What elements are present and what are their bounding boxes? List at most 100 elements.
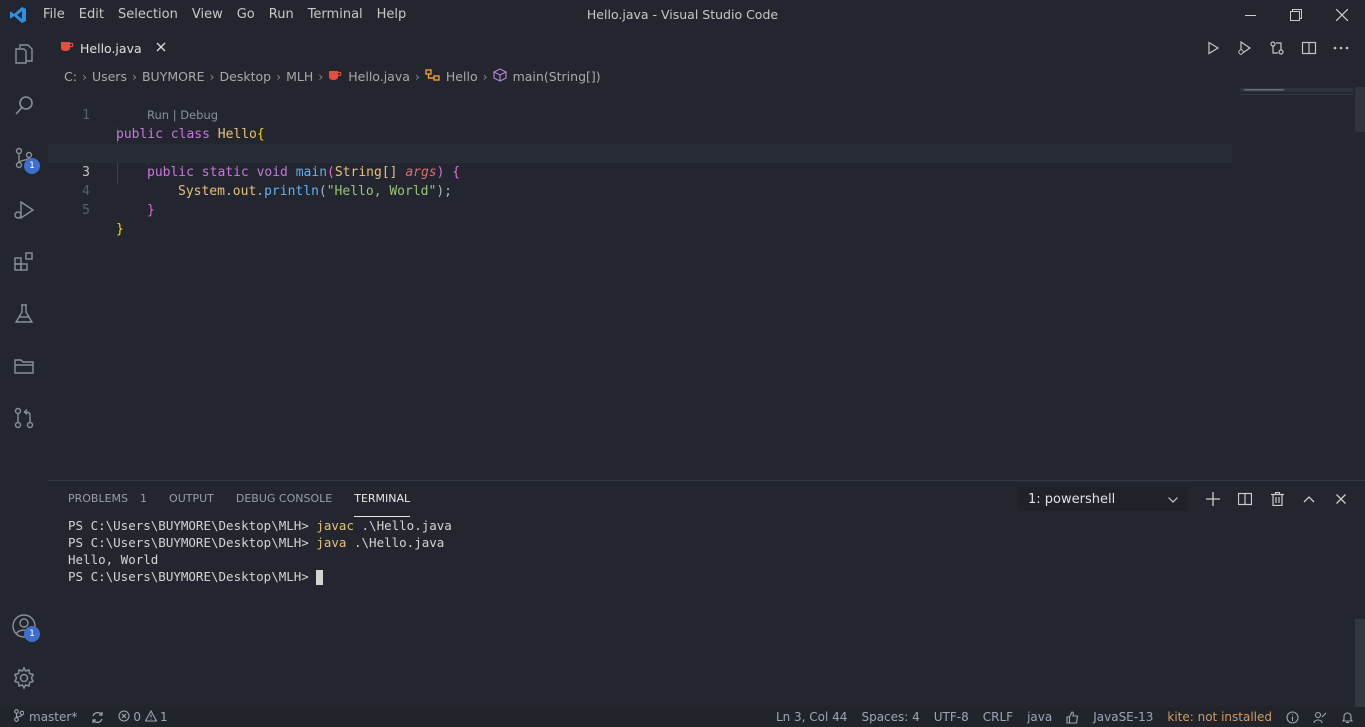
git-branch-icon — [14, 709, 25, 725]
status-bar: master* 0 1 Ln 3, Col 44 Spaces: 4 UTF-8… — [0, 707, 1365, 727]
language-mode[interactable]: java — [1020, 707, 1059, 727]
breadcrumb-users[interactable]: Users — [92, 69, 127, 84]
search-icon[interactable] — [0, 82, 48, 130]
activity-bar: 1 1 — [0, 30, 48, 707]
menu-selection[interactable]: Selection — [111, 0, 185, 30]
close-panel-icon[interactable] — [1325, 481, 1357, 517]
chevron-right-icon: › — [276, 68, 282, 84]
menu-file[interactable]: File — [36, 0, 72, 30]
indentation-status[interactable]: Spaces: 4 — [854, 707, 926, 727]
panel-scrollbar[interactable] — [1355, 619, 1365, 708]
chevron-right-icon: › — [482, 68, 488, 84]
eol-status[interactable]: CRLF — [976, 707, 1020, 727]
menu-view[interactable]: View — [185, 0, 230, 30]
pull-request-icon[interactable] — [0, 394, 48, 442]
explorer-icon[interactable] — [0, 30, 48, 78]
info-icon[interactable] — [1279, 707, 1306, 727]
tab-hello-java[interactable]: Hello.java — [48, 30, 166, 65]
tab-output[interactable]: OUTPUT — [169, 481, 214, 517]
debug-java-icon[interactable] — [1229, 30, 1261, 65]
close-window-button[interactable] — [1319, 0, 1365, 30]
encoding-status[interactable]: UTF-8 — [927, 707, 976, 727]
run-code-icon[interactable] — [1197, 30, 1229, 65]
java-file-icon — [60, 40, 74, 56]
split-editor-icon[interactable] — [1293, 30, 1325, 65]
testing-flask-icon[interactable] — [0, 290, 48, 338]
trash-icon[interactable] — [1261, 481, 1293, 517]
terminal-line: PS C:\Users\BUYMORE\Desktop\MLH> javac .… — [68, 517, 452, 534]
run-debug-icon[interactable] — [0, 186, 48, 234]
notifications-bell-icon[interactable] — [1334, 707, 1361, 727]
status-bar-right: Ln 3, Col 44 Spaces: 4 UTF-8 CRLF java J… — [769, 707, 1361, 727]
vscode-logo-icon — [0, 0, 36, 30]
warning-icon — [144, 709, 158, 725]
scm-badge: 1 — [24, 158, 40, 174]
jdk-status[interactable]: JavaSE-13 — [1086, 707, 1160, 727]
restore-button[interactable] — [1273, 0, 1319, 30]
error-icon — [118, 709, 130, 725]
terminal-argument: .\Hello.java — [346, 535, 445, 550]
code-line-4: 4 } — [48, 163, 1232, 218]
tab-debug-console[interactable]: DEBUG CONSOLE — [236, 481, 332, 517]
close-tab-icon[interactable] — [156, 41, 166, 56]
editor-tab-bar: Hello.java — [48, 30, 1365, 65]
menu-terminal[interactable]: Terminal — [301, 0, 370, 30]
split-terminal-icon[interactable] — [1229, 481, 1261, 517]
breadcrumb: C: › Users › BUYMORE › Desktop › MLH › H… — [48, 65, 1365, 87]
source-control-icon[interactable]: 1 — [0, 134, 48, 182]
codelens-run-debug[interactable]: Run | Debug — [147, 108, 218, 122]
code-line-5: 5 } — [48, 182, 1232, 237]
panel-tabs: PROBLEMS 1 OUTPUT DEBUG CONSOLE TERMINAL — [68, 481, 432, 517]
settings-gear-icon[interactable] — [0, 654, 48, 702]
chevron-right-icon: › — [414, 68, 420, 84]
kite-status[interactable]: kite: not installed — [1160, 707, 1279, 727]
feedback-icon[interactable] — [1306, 707, 1334, 727]
class-symbol-icon — [425, 68, 440, 84]
terminal-select[interactable]: 1: powershell — [1018, 487, 1188, 511]
terminal-command: java — [316, 535, 347, 550]
breadcrumb-class[interactable]: Hello — [425, 69, 478, 84]
terminal-select-value: 1: powershell — [1028, 491, 1116, 507]
extensions-icon[interactable] — [0, 238, 48, 286]
menu-help[interactable]: Help — [370, 0, 414, 30]
chevron-down-icon — [1168, 492, 1178, 507]
maximize-panel-icon[interactable] — [1293, 481, 1325, 517]
menu-bar: File Edit Selection View Go Run Terminal… — [36, 0, 413, 30]
breadcrumb-file-label: Hello.java — [348, 68, 410, 84]
menu-run[interactable]: Run — [262, 0, 301, 30]
editor-scrollbar[interactable] — [1355, 87, 1365, 132]
more-actions-icon[interactable] — [1325, 30, 1357, 65]
problems-status[interactable]: 0 1 — [111, 707, 174, 727]
branch-status[interactable]: master* — [0, 707, 84, 727]
terminal-line: PS C:\Users\BUYMORE\Desktop\MLH> java .\… — [68, 534, 452, 551]
menu-edit[interactable]: Edit — [72, 0, 111, 30]
java-file-icon — [328, 69, 342, 84]
cursor-position[interactable]: Ln 3, Col 44 — [769, 707, 855, 727]
minimap[interactable] — [1240, 87, 1353, 97]
breadcrumb-drive[interactable]: C: — [64, 69, 77, 84]
chevron-right-icon: › — [81, 68, 87, 84]
breadcrumb-class-label: Hello — [445, 68, 478, 84]
code-editor[interactable]: 1 public class Hello{ Run | Debug 2 publ… — [48, 87, 1365, 480]
terminal-prompt: PS C:\Users\BUYMORE\Desktop\MLH> — [68, 569, 317, 584]
tab-terminal[interactable]: TERMINAL — [354, 481, 411, 517]
sync-icon[interactable] — [84, 707, 111, 727]
minimize-button[interactable] — [1227, 0, 1273, 30]
tab-problems[interactable]: PROBLEMS 1 — [68, 481, 147, 517]
breadcrumb-buymore[interactable]: BUYMORE — [142, 69, 205, 84]
accounts-icon[interactable]: 1 — [0, 602, 48, 650]
code-line-1: 1 public class Hello{ — [48, 87, 1232, 142]
folder-icon[interactable] — [0, 342, 48, 390]
breadcrumb-method-label: main(String[]) — [512, 68, 601, 84]
window-controls — [1227, 0, 1365, 30]
menu-go[interactable]: Go — [230, 0, 262, 30]
compare-changes-icon[interactable] — [1261, 30, 1293, 65]
breadcrumb-desktop[interactable]: Desktop — [220, 69, 272, 84]
breadcrumb-mlh[interactable]: MLH — [286, 69, 313, 84]
breadcrumb-file[interactable]: Hello.java — [328, 69, 410, 84]
breadcrumb-method[interactable]: main(String[]) — [492, 67, 601, 85]
code-line-3: 3 System.out.println("Hello, World"); — [48, 144, 1232, 199]
terminal-output[interactable]: PS C:\Users\BUYMORE\Desktop\MLH> javac .… — [68, 517, 452, 585]
thumbs-up-icon[interactable] — [1059, 707, 1086, 727]
new-terminal-icon[interactable] — [1197, 481, 1229, 517]
